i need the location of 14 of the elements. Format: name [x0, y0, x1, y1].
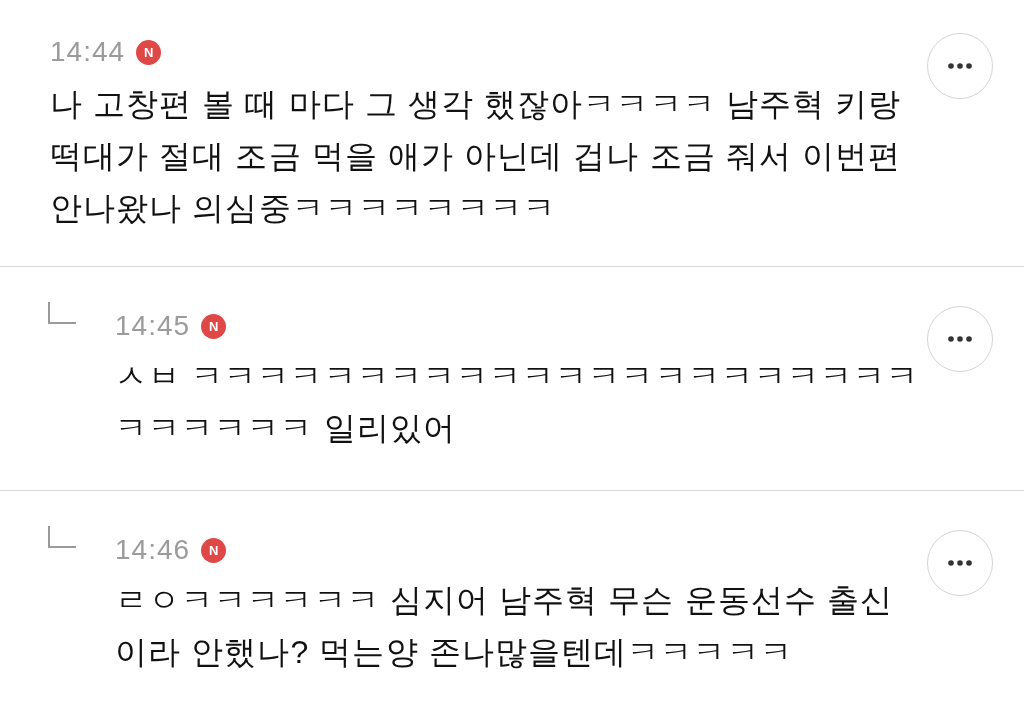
new-badge: N [136, 39, 162, 65]
comment-time: 14:44 [50, 35, 126, 69]
reply-corner-icon [48, 526, 76, 548]
reply-corner-icon [48, 302, 76, 324]
more-icon [948, 63, 972, 69]
comment-time: 14:46 [115, 533, 191, 567]
new-badge: N [201, 313, 227, 339]
comment-text: 나 고창편 볼 때 마다 그 생각 했잖아ㅋㅋㅋㅋ 남주혁 키랑 떡대가 절대 조금 먹을 애가 아닌데 겁나 조금 줘서 이번편 안나왔나 의심중ㅋㅋㅋㅋㅋㅋㅋㅋ [50, 85, 902, 228]
comment-time: 14:45 [115, 309, 191, 343]
more-icon [948, 560, 972, 566]
comment-text: ㅅㅂ ㅋㅋㅋㅋㅋㅋㅋㅋㅋㅋㅋㅋㅋㅋㅋㅋㅋㅋㅋㅋㅋㅋ ㅋㅋㅋㅋㅋㅋ 일리있어 [115, 357, 920, 448]
more-icon [948, 336, 972, 342]
new-badge: N [201, 537, 227, 563]
comment-text: ㄹㅇㅋㅋㅋㅋㅋㅋ 심지어 남주혁 무슨 운동선수 출신 이라 안했나? 먹는양 존나많을텐데ㅋㅋㅋㅋㅋ [115, 581, 894, 672]
